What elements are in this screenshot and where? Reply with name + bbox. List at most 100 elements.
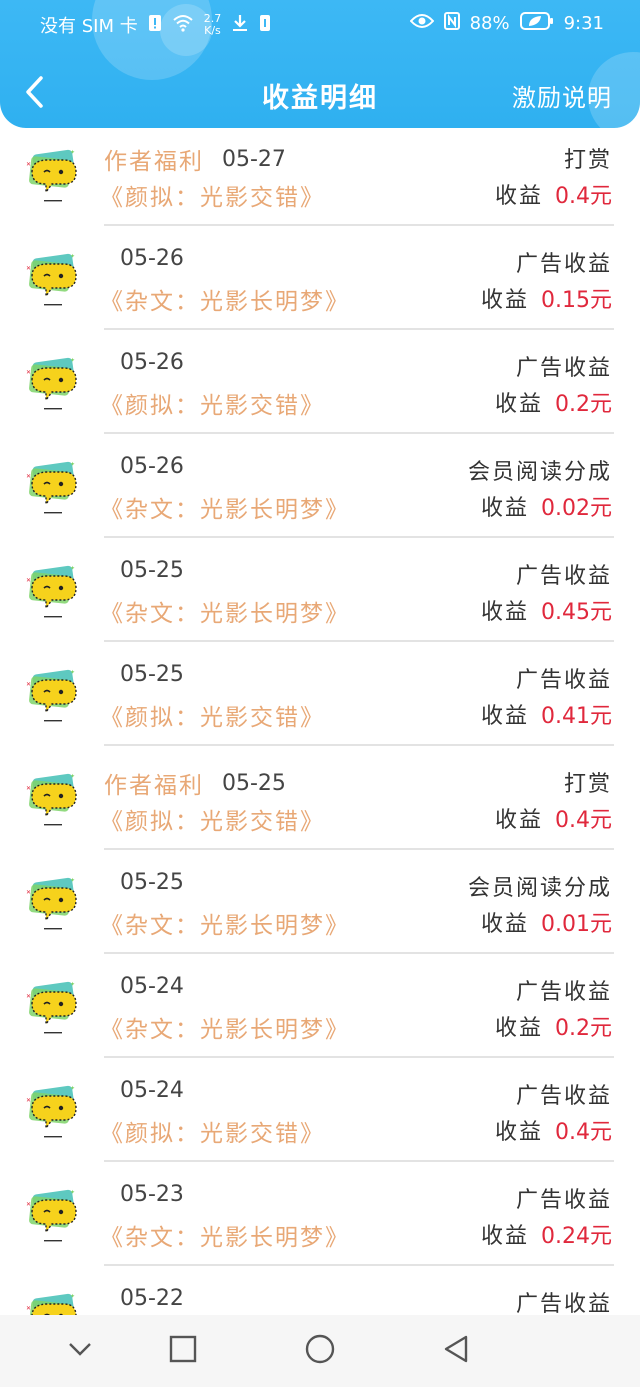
- earning-record-row[interactable]: ✕ ✦ 05-26 《颜拟：光影交错》 广告收益 收益 0.2元: [0, 336, 640, 440]
- sim-icon: [259, 14, 271, 37]
- svg-text:✦: ✦: [70, 877, 75, 884]
- earning-record-row[interactable]: ✕ ✦ 05-22 广告收益: [0, 1272, 640, 1315]
- nav-recent-button[interactable]: [165, 1333, 201, 1369]
- book-title: 《颜拟：光影交错》: [100, 705, 325, 731]
- svg-text:✦: ✦: [70, 1085, 75, 1092]
- earning-amount-line: 收益 0.15元: [481, 282, 612, 314]
- svg-text:✕: ✕: [26, 369, 31, 376]
- record-date: 05-22: [120, 1286, 184, 1311]
- earning-type: 广告收益: [515, 1188, 612, 1213]
- record-header: 05-26: [120, 246, 184, 271]
- svg-text:✕: ✕: [26, 785, 31, 792]
- svg-text:✕: ✕: [26, 1305, 31, 1312]
- record-header: 05-26: [120, 454, 184, 479]
- earning-record-row[interactable]: ✕ ✦ 05-24 《颜拟：光影交错》 广告收益 收益 0.4元: [0, 1064, 640, 1168]
- svg-text:✦: ✦: [70, 461, 75, 468]
- yellow-chat-bubble-avatar-icon: ✕ ✦: [24, 1290, 80, 1315]
- earning-record-row[interactable]: ✕ ✦ 05-24 《杂文：光影长明梦》 广告收益 收益 0.2元: [0, 960, 640, 1064]
- svg-text:✕: ✕: [26, 993, 31, 1000]
- row-divider: [104, 952, 614, 954]
- yellow-chat-bubble-avatar-icon: ✕ ✦: [24, 562, 80, 622]
- network-speed: 2.7 K/s: [204, 13, 222, 37]
- incentive-explanation-link[interactable]: 激励说明: [512, 78, 612, 113]
- svg-text:✕: ✕: [26, 265, 31, 272]
- nav-home-button[interactable]: [302, 1333, 338, 1369]
- alert-icon: [148, 14, 162, 37]
- earning-type: 会员阅读分成: [467, 460, 612, 485]
- earning-type: 广告收益: [515, 1084, 612, 1109]
- svg-text:✕: ✕: [26, 889, 31, 896]
- earning-type: 打赏: [563, 772, 612, 797]
- earning-record-row[interactable]: ✕ ✦ 05-26 《杂文：光影长明梦》 广告收益 收益 0.15元: [0, 232, 640, 336]
- earning-record-row[interactable]: ✕ ✦ 05-25 《杂文：光影长明梦》 会员阅读分成收益 0.01元: [0, 856, 640, 960]
- header-bar: 没有 SIM 卡 2.7 K/s 88% 9:31 收益明细 激励说明: [0, 0, 640, 128]
- earning-prefix: 收益: [480, 704, 529, 729]
- book-title: 《颜拟：光影交错》: [100, 1121, 325, 1147]
- row-divider: [104, 432, 614, 434]
- author-welfare-label: 作者福利: [104, 773, 204, 799]
- record-date: 05-25: [120, 870, 184, 895]
- record-date: 05-25: [120, 662, 184, 687]
- earnings-list: ✕ ✦ 作者福利 05-27 《颜拟：光影交错》 打赏 收益 0.4元 ✕ ✦ 05-26 《杂文：光…: [0, 128, 640, 1315]
- record-date: 05-26: [120, 246, 184, 271]
- earning-type: 广告收益: [515, 252, 612, 277]
- earning-type: 会员阅读分成: [467, 876, 612, 901]
- book-title: 《杂文：光影长明梦》: [100, 497, 350, 523]
- earning-amount: 0.2元: [555, 392, 612, 417]
- record-header: 05-26: [120, 350, 184, 375]
- record-date: 05-23: [120, 1182, 184, 1207]
- svg-text:✦: ✦: [70, 981, 75, 988]
- earning-amount-line: 收益 0.45元: [481, 594, 612, 626]
- earning-amount-line: 收益 0.01元: [481, 906, 612, 938]
- svg-text:✕: ✕: [26, 161, 31, 168]
- record-header: 05-25: [120, 662, 184, 687]
- earning-amount-line: 收益 0.2元: [495, 1010, 612, 1042]
- earning-prefix: 收益: [494, 808, 543, 833]
- yellow-chat-bubble-avatar-icon: ✕ ✦: [24, 1186, 80, 1246]
- book-title: 《杂文：光影长明梦》: [100, 1225, 350, 1251]
- row-divider: [104, 536, 614, 538]
- earning-amount: 0.45元: [541, 600, 612, 625]
- earning-record-row[interactable]: ✕ ✦ 05-25 《颜拟：光影交错》 广告收益 收益 0.41元: [0, 648, 640, 752]
- record-header: 作者福利 05-25: [104, 766, 286, 800]
- svg-text:✦: ✦: [70, 669, 75, 676]
- svg-text:✦: ✦: [70, 253, 75, 260]
- row-divider: [104, 640, 614, 642]
- earning-amount: 0.02元: [541, 496, 612, 521]
- nav-back-button[interactable]: [438, 1333, 474, 1369]
- earning-type: 广告收益: [515, 1292, 612, 1315]
- record-header: 05-23: [120, 1182, 184, 1207]
- earning-record-row[interactable]: ✕ ✦ 作者福利 05-25 《颜拟：光影交错》 打赏 收益 0.4元: [0, 752, 640, 856]
- svg-text:✕: ✕: [26, 1097, 31, 1104]
- book-title: 《颜拟：光影交错》: [100, 809, 325, 835]
- svg-text:✦: ✦: [70, 357, 75, 364]
- earning-amount-line: 收益 0.24元: [481, 1218, 612, 1250]
- book-title: 《杂文：光影长明梦》: [100, 913, 350, 939]
- svg-text:✕: ✕: [26, 577, 31, 584]
- earning-record-row[interactable]: ✕ ✦ 05-23 《杂文：光影长明梦》 广告收益收益 0.24元: [0, 1168, 640, 1272]
- square-icon: [169, 1335, 197, 1367]
- record-header: 05-24: [120, 974, 184, 999]
- earning-prefix: 收益: [494, 392, 543, 417]
- record-header: 05-22: [120, 1286, 184, 1311]
- record-header: 作者福利 05-27: [104, 142, 286, 176]
- row-divider: [104, 744, 614, 746]
- earning-amount: 0.01元: [541, 912, 612, 937]
- wifi-icon: [172, 14, 194, 37]
- earning-record-row[interactable]: ✕ ✦ 05-25 《杂文：光影长明梦》 广告收益 收益 0.45元: [0, 544, 640, 648]
- book-title: 《杂文：光影长明梦》: [100, 1017, 350, 1043]
- nav-collapse-button[interactable]: [62, 1333, 98, 1369]
- speed-unit: K/s: [204, 24, 221, 37]
- svg-text:✦: ✦: [70, 1293, 75, 1300]
- record-date: 05-26: [120, 454, 184, 479]
- yellow-chat-bubble-avatar-icon: ✕ ✦: [24, 250, 80, 310]
- chevron-down-icon: [67, 1341, 93, 1361]
- eye-icon: [409, 13, 434, 34]
- record-header: 05-24: [120, 1078, 184, 1103]
- svg-text:✦: ✦: [70, 565, 75, 572]
- book-title: 《杂文：光影长明梦》: [100, 601, 350, 627]
- yellow-chat-bubble-avatar-icon: ✕ ✦: [24, 354, 80, 414]
- record-date: 05-25: [222, 770, 286, 796]
- earning-record-row[interactable]: ✕ ✦ 05-26 《杂文：光影长明梦》 会员阅读分成 收益 0.02元: [0, 440, 640, 544]
- earning-record-row[interactable]: ✕ ✦ 作者福利 05-27 《颜拟：光影交错》 打赏 收益 0.4元: [0, 128, 640, 232]
